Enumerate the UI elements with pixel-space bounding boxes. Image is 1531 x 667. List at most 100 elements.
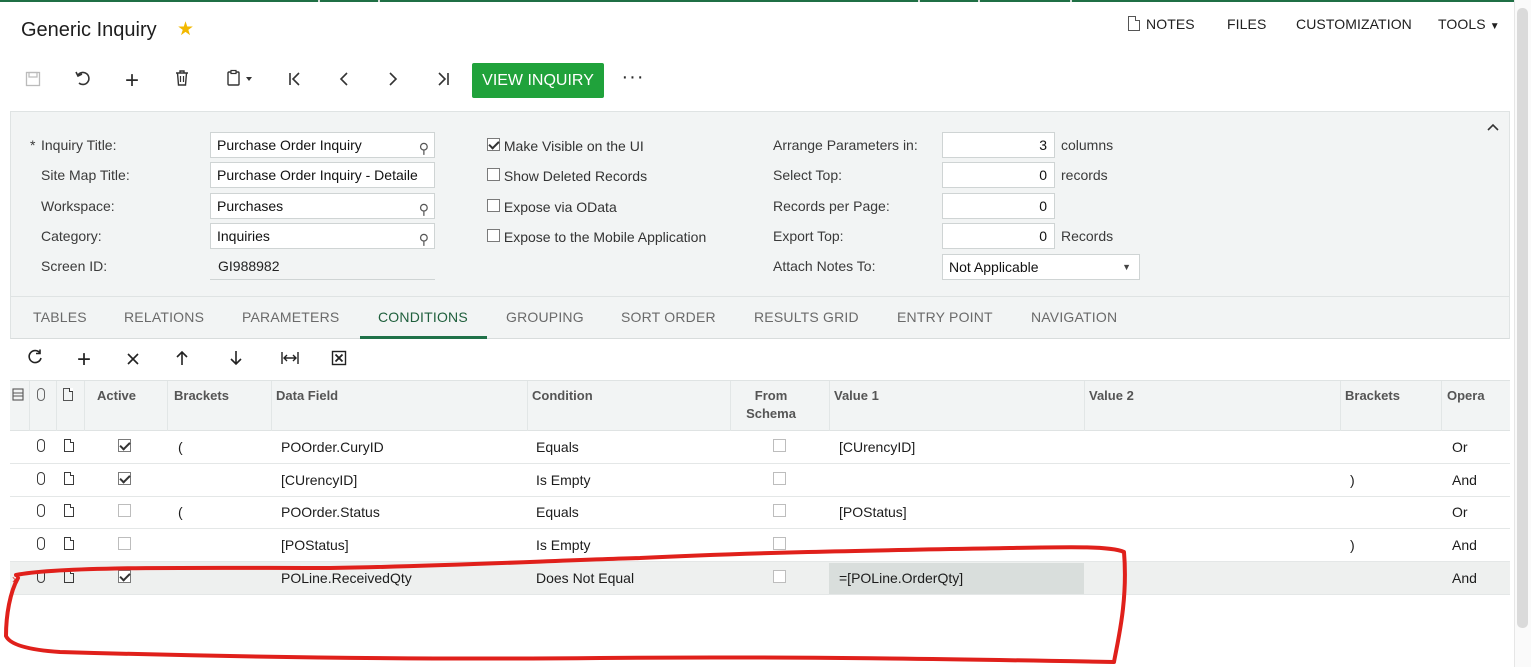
data-field-cell[interactable]: POOrder.Status: [281, 496, 380, 528]
condition-cell[interactable]: Is Empty: [536, 529, 590, 561]
col-header-brackets-close[interactable]: Brackets: [1345, 388, 1400, 403]
notes-link[interactable]: NOTES: [1128, 16, 1195, 32]
table-row[interactable]: [10, 431, 1510, 464]
first-record-button[interactable]: [280, 66, 310, 96]
from-schema-checkbox[interactable]: [773, 562, 786, 594]
copy-paste-button[interactable]: [218, 66, 262, 96]
expose-mobile-checkbox[interactable]: Expose to the Mobile Application: [487, 229, 706, 245]
condition-cell[interactable]: Does Not Equal: [536, 562, 634, 594]
export-excel-button[interactable]: [326, 347, 352, 373]
table-row[interactable]: [10, 562, 1510, 595]
arrange-parameters-field[interactable]: 3: [942, 132, 1055, 158]
active-checkbox-checked[interactable]: [118, 562, 131, 594]
operator-cell[interactable]: Or: [1452, 496, 1468, 528]
condition-cell[interactable]: Is Empty: [536, 464, 590, 496]
value1-cell[interactable]: [POStatus]: [839, 496, 907, 528]
select-top-field[interactable]: 0: [942, 162, 1055, 188]
tab-entry-point[interactable]: ENTRY POINT: [897, 309, 993, 325]
active-checkbox[interactable]: [118, 496, 131, 528]
collapse-chevron-up-icon[interactable]: [1486, 119, 1500, 135]
tab-tables[interactable]: TABLES: [33, 309, 87, 325]
tab-sort-order[interactable]: SORT ORDER: [621, 309, 716, 325]
active-checkbox-checked[interactable]: [118, 464, 131, 496]
search-icon[interactable]: ⚲: [419, 227, 429, 248]
col-header-from-schema[interactable]: From Schema: [746, 388, 796, 421]
customization-link[interactable]: CUSTOMIZATION: [1296, 16, 1412, 32]
col-header-value1[interactable]: Value 1: [834, 388, 879, 403]
table-row[interactable]: [10, 464, 1510, 497]
favorite-star-icon[interactable]: ★: [177, 18, 194, 41]
tab-grouping[interactable]: GROUPING: [506, 309, 584, 325]
show-deleted-checkbox[interactable]: Show Deleted Records: [487, 168, 647, 184]
value1-cell[interactable]: =[POLine.OrderQty]: [839, 562, 963, 594]
operator-cell[interactable]: And: [1452, 529, 1477, 561]
inquiry-title-field[interactable]: Purchase Order Inquiry ⚲: [210, 132, 435, 158]
attachment-icon[interactable]: [37, 496, 45, 528]
export-top-field[interactable]: 0: [942, 223, 1055, 249]
tab-conditions[interactable]: CONDITIONS: [378, 309, 468, 325]
brackets-open-cell[interactable]: (: [178, 496, 183, 528]
delete-row-button[interactable]: [120, 347, 146, 373]
col-header-brackets-open[interactable]: Brackets: [174, 388, 229, 403]
note-icon[interactable]: [64, 562, 74, 594]
brackets-open-cell[interactable]: (: [178, 431, 183, 463]
search-icon[interactable]: ⚲: [419, 197, 429, 218]
active-checkbox-checked[interactable]: [118, 431, 131, 463]
data-field-cell[interactable]: [POStatus]: [281, 529, 349, 561]
from-schema-checkbox[interactable]: [773, 496, 786, 528]
move-down-button[interactable]: [223, 347, 249, 373]
condition-cell[interactable]: Equals: [536, 431, 579, 463]
note-icon[interactable]: [64, 464, 74, 496]
tab-results-grid[interactable]: RESULTS GRID: [754, 309, 859, 325]
workspace-field[interactable]: Purchases ⚲: [210, 193, 435, 219]
col-header-data-field[interactable]: Data Field: [276, 388, 338, 403]
records-per-page-field[interactable]: 0: [942, 193, 1055, 219]
expose-odata-checkbox[interactable]: Expose via OData: [487, 199, 617, 215]
note-icon[interactable]: [64, 431, 74, 463]
brackets-close-cell[interactable]: ): [1350, 529, 1355, 561]
attach-notes-select[interactable]: Not Applicable ▼: [942, 254, 1140, 280]
previous-record-button[interactable]: [329, 66, 359, 96]
category-field[interactable]: Inquiries ⚲: [210, 223, 435, 249]
search-icon[interactable]: ⚲: [419, 136, 429, 157]
more-actions-button[interactable]: ···: [618, 62, 648, 92]
tab-relations[interactable]: RELATIONS: [124, 309, 204, 325]
undo-button[interactable]: [68, 66, 98, 96]
save-button[interactable]: [18, 66, 48, 96]
table-row[interactable]: [10, 496, 1510, 529]
data-field-cell[interactable]: POLine.ReceivedQty: [281, 562, 412, 594]
add-button[interactable]: +: [117, 66, 147, 96]
attachment-icon[interactable]: [37, 562, 45, 594]
delete-button[interactable]: [167, 66, 197, 96]
data-field-cell[interactable]: [CUrencyID]: [281, 464, 357, 496]
make-visible-checkbox[interactable]: Make Visible on the UI: [487, 138, 644, 154]
col-header-active[interactable]: Active: [97, 388, 136, 403]
col-header-condition[interactable]: Condition: [532, 388, 593, 403]
add-row-button[interactable]: +: [71, 347, 97, 373]
from-schema-checkbox[interactable]: [773, 464, 786, 496]
brackets-close-cell[interactable]: ): [1350, 464, 1355, 496]
tools-menu[interactable]: TOOLS ▼: [1438, 16, 1500, 32]
attachment-icon[interactable]: [37, 529, 45, 561]
tab-navigation[interactable]: NAVIGATION: [1031, 309, 1117, 325]
scrollbar-thumb[interactable]: [1517, 8, 1528, 628]
site-map-title-field[interactable]: Purchase Order Inquiry - Detaile: [210, 162, 435, 188]
col-header-operator[interactable]: Opera: [1447, 388, 1485, 403]
view-inquiry-button[interactable]: VIEW INQUIRY: [472, 63, 604, 98]
condition-cell[interactable]: Equals: [536, 496, 579, 528]
last-record-button[interactable]: [428, 66, 458, 96]
operator-cell[interactable]: Or: [1452, 431, 1468, 463]
col-header-value2[interactable]: Value 2: [1089, 388, 1134, 403]
files-link[interactable]: FILES: [1227, 16, 1266, 32]
data-field-cell[interactable]: POOrder.CuryID: [281, 431, 384, 463]
note-icon[interactable]: [64, 529, 74, 561]
table-row[interactable]: [10, 529, 1510, 562]
move-up-button[interactable]: [169, 347, 195, 373]
next-record-button[interactable]: [378, 66, 408, 96]
attachment-icon[interactable]: [37, 431, 45, 463]
operator-cell[interactable]: And: [1452, 464, 1477, 496]
operator-cell[interactable]: And: [1452, 562, 1477, 594]
fit-columns-button[interactable]: [277, 347, 303, 373]
active-checkbox[interactable]: [118, 529, 131, 561]
attachment-icon[interactable]: [37, 464, 45, 496]
